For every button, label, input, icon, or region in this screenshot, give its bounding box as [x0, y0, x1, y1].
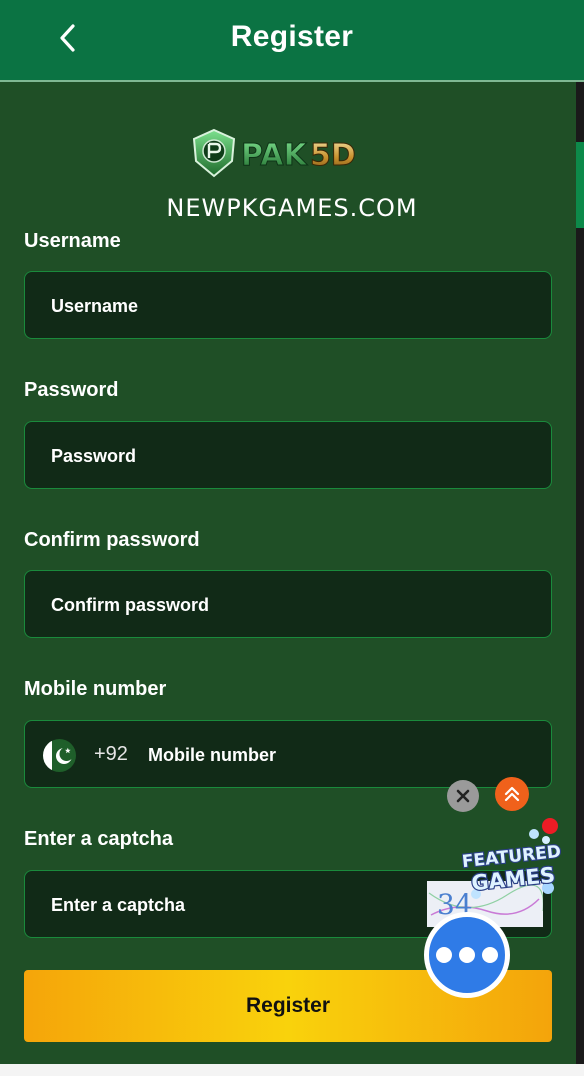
confirm-password-input[interactable]	[49, 571, 513, 639]
bottom-strip	[0, 1064, 584, 1076]
double-chevron-up-icon	[504, 786, 520, 802]
captcha-input[interactable]	[49, 871, 413, 939]
dot-icon	[436, 947, 452, 963]
svg-text:PAK: PAK	[241, 138, 308, 173]
dot-icon	[482, 947, 498, 963]
top-app-bar: Register	[0, 0, 584, 82]
featured-games-badge[interactable]: FEATURED GAMES	[462, 826, 562, 906]
mobile-number-input[interactable]	[146, 721, 450, 789]
captcha-label: Enter a captcha	[24, 828, 173, 850]
username-field-box	[24, 271, 552, 340]
username-input[interactable]	[49, 272, 513, 340]
close-icon	[456, 789, 470, 803]
password-label: Password	[24, 379, 119, 401]
dot-icon	[459, 947, 475, 963]
country-code-prefix: +92	[94, 742, 128, 765]
page-title: Register	[230, 20, 354, 53]
password-input[interactable]	[49, 422, 513, 490]
pakistan-flag-icon[interactable]	[43, 739, 76, 772]
confirm-password-field-box	[24, 570, 552, 639]
username-label: Username	[24, 230, 121, 252]
notification-dot	[542, 818, 558, 834]
mobile-number-label: Mobile number	[24, 678, 167, 700]
close-floating-button[interactable]	[447, 780, 479, 812]
more-options-button[interactable]	[424, 912, 510, 998]
confirm-password-label: Confirm password	[24, 529, 200, 551]
site-domain-text: NEWPKGAMES.COM	[166, 194, 418, 222]
svg-text:5D: 5D	[310, 138, 356, 173]
mobile-number-field-box: +92	[24, 720, 552, 789]
scrollbar-track[interactable]	[576, 82, 584, 1076]
pak5d-logo: PAK 5D	[192, 128, 356, 178]
scroll-top-button[interactable]	[495, 777, 529, 811]
password-field-box	[24, 421, 552, 490]
